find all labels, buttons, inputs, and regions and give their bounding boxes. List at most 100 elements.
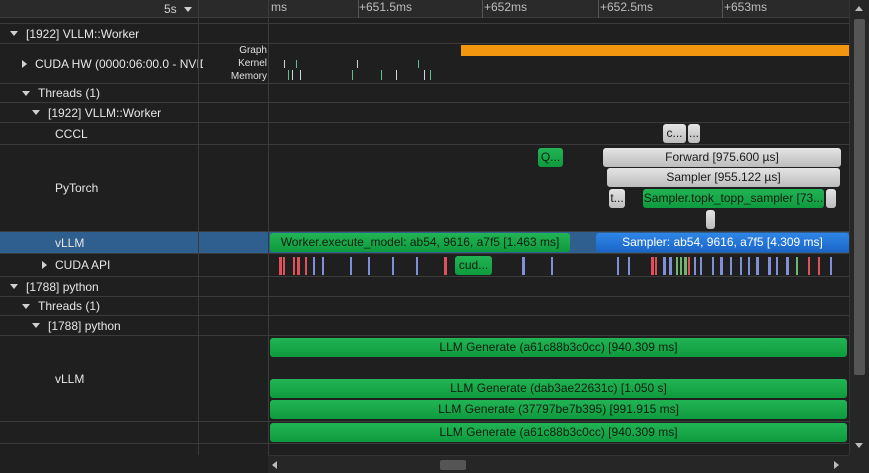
sampler-vllm-bar[interactable]: Sampler: ab54, 9616, a7f5 [4.309 ms] (596, 233, 849, 252)
cuda-api-mark[interactable] (684, 257, 687, 275)
collapse-triangle-icon[interactable] (10, 31, 18, 36)
row-vllm-python-more[interactable]: LLM Generate (a61c88b3c0cc) [940.309 ms] (0, 422, 849, 444)
collapse-triangle-icon[interactable] (22, 303, 30, 309)
cuda-api-mark[interactable] (720, 257, 723, 275)
cuda-api-mark[interactable] (368, 257, 370, 275)
topk-sampler-bar[interactable]: Sampler.topk_topp_sampler [73... (643, 189, 824, 208)
kernel-tick (352, 70, 353, 80)
collapse-triangle-icon[interactable] (32, 110, 40, 115)
cuda-api-mark[interactable] (293, 257, 295, 275)
cuda-api-mark[interactable] (392, 257, 394, 275)
zoom-selector[interactable]: 5s (164, 2, 177, 16)
cuda-api-mark[interactable] (818, 257, 820, 275)
row-python-thread[interactable]: [1788] python (0, 316, 849, 336)
cuda-api-mark[interactable] (830, 257, 832, 275)
cuda-api-mark[interactable] (297, 257, 300, 275)
pytorch-range-bar[interactable]: Q... (538, 148, 563, 167)
row-vllm-python[interactable]: vLLM LLM Generate (a61c88b3c0cc) [940.30… (0, 336, 849, 422)
collapse-triangle-icon[interactable] (32, 323, 40, 328)
row-worker-thread[interactable]: [1922] VLLM::Worker (0, 103, 849, 123)
cuda-api-mark[interactable] (305, 257, 307, 275)
row-cuda-api[interactable]: CUDA API cud... (0, 254, 849, 277)
cuda-api-mark[interactable] (756, 257, 759, 275)
row-cccl[interactable]: CCCL c... ... (0, 123, 849, 145)
cuda-api-mark[interactable] (279, 257, 282, 275)
row-cuda-hw[interactable]: CUDA HW (0000:06:00.0 - NVID Graph Kerne… (0, 44, 849, 84)
row-python-process[interactable]: [1788] python (0, 277, 849, 297)
cuda-api-bar[interactable]: cud... (455, 256, 492, 275)
column-divider[interactable] (268, 0, 269, 455)
horizontal-scrollbar[interactable] (268, 455, 849, 473)
collapse-triangle-icon[interactable] (10, 284, 18, 289)
kernel-tick (430, 70, 431, 80)
cuda-api-mark[interactable] (700, 257, 702, 275)
cuda-api-mark[interactable] (283, 257, 285, 275)
cuda-api-mark[interactable] (522, 257, 525, 275)
cuda-api-mark[interactable] (796, 257, 798, 275)
pytorch-range-bar[interactable]: t... (609, 189, 625, 208)
cuda-api-mark[interactable] (808, 257, 810, 275)
scroll-down-arrow-icon[interactable] (855, 443, 863, 448)
dropdown-arrow-icon[interactable] (184, 7, 192, 12)
scroll-left-arrow-icon[interactable] (272, 461, 277, 469)
timeline-view: 5s ms +651.5ms +652ms +652.5ms +653ms [1… (0, 0, 869, 473)
horizontal-scroll-thumb[interactable] (440, 460, 466, 470)
cuda-api-mark[interactable] (688, 257, 690, 275)
execute-model-bar[interactable]: Worker.execute_model: ab54, 9616, a7f5 [… (270, 233, 570, 252)
kernel-tick (300, 70, 301, 80)
llm-generate-bar[interactable]: LLM Generate (dab3ae22631c) [1.050 s] (270, 379, 847, 398)
cuda-api-mark[interactable] (313, 257, 315, 275)
vertical-scrollbar[interactable] (849, 0, 869, 455)
cuda-api-mark[interactable] (768, 257, 771, 275)
cuda-api-mark[interactable] (655, 257, 657, 275)
kernel-tick (357, 60, 358, 68)
cuda-api-mark[interactable] (444, 257, 447, 275)
llm-generate-bar[interactable]: LLM Generate (37797be7b395) [991.915 ms] (270, 400, 847, 419)
cuda-api-mark[interactable] (416, 257, 418, 275)
forward-bar[interactable]: Forward [975.600 µs] (603, 148, 841, 167)
row-label: CUDA API (55, 258, 111, 272)
cuda-graph-bar[interactable] (461, 45, 849, 56)
cuda-api-mark[interactable] (776, 257, 778, 275)
row-vllm-selected[interactable]: vLLM Worker.execute_model: ab54, 9616, a… (0, 232, 849, 254)
collapse-triangle-icon[interactable] (22, 90, 30, 96)
column-divider[interactable] (198, 0, 199, 455)
cuda-api-mark[interactable] (786, 257, 789, 275)
cuda-api-mark[interactable] (617, 257, 619, 275)
row-worker-process[interactable]: [1922] VLLM::Worker (0, 24, 849, 44)
cuda-api-mark[interactable] (669, 257, 672, 275)
cuda-api-mark[interactable] (740, 257, 742, 275)
llm-generate-bar[interactable]: LLM Generate (a61c88b3c0cc) [940.309 ms] (270, 423, 847, 442)
ruler-tick: ms (271, 0, 287, 14)
cuda-api-mark[interactable] (748, 257, 750, 275)
cccl-range-bar[interactable]: c... (663, 124, 686, 143)
cuda-api-mark[interactable] (350, 257, 352, 275)
ruler-tick: +652.5ms (600, 0, 654, 14)
cuda-api-mark[interactable] (680, 257, 682, 275)
sampler-bar[interactable]: Sampler [955.122 µs] (607, 168, 840, 187)
cuda-api-mark[interactable] (730, 257, 732, 275)
pytorch-range-bar[interactable] (826, 189, 836, 208)
scroll-right-arrow-icon[interactable] (834, 461, 839, 469)
row-label: PyTorch (55, 181, 99, 195)
cuda-api-mark[interactable] (663, 257, 666, 275)
expand-triangle-icon[interactable] (42, 261, 47, 269)
row-threads-2[interactable]: Threads (1) (0, 297, 849, 316)
vertical-scroll-thumb[interactable] (854, 19, 865, 375)
cuda-api-mark[interactable] (628, 257, 630, 275)
scroll-up-arrow-icon[interactable] (855, 6, 863, 11)
pytorch-range-bar[interactable] (706, 210, 715, 229)
row-label: [1788] python (48, 318, 121, 333)
cuda-api-mark[interactable] (712, 257, 714, 275)
cuda-api-mark[interactable] (551, 257, 553, 275)
cuda-api-mark[interactable] (676, 257, 678, 275)
expand-triangle-icon[interactable] (22, 59, 27, 68)
row-threads[interactable]: Threads (1) (0, 84, 849, 103)
cuda-api-mark[interactable] (322, 257, 324, 275)
row-pytorch[interactable]: PyTorch Q... Forward [975.600 µs] Sample… (0, 145, 849, 232)
cuda-api-mark[interactable] (694, 257, 696, 275)
cuda-api-mark[interactable] (651, 257, 654, 275)
llm-generate-bar[interactable]: LLM Generate (a61c88b3c0cc) [940.309 ms] (270, 338, 847, 357)
cccl-range-bar[interactable]: ... (688, 124, 700, 143)
row-label: [1922] VLLM::Worker (26, 26, 140, 41)
